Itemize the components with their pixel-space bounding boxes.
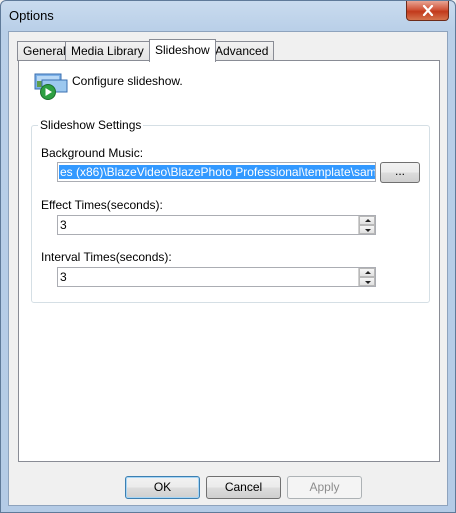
effect-times-label: Effect Times(seconds):	[41, 198, 163, 212]
interval-times-up-button[interactable]	[359, 268, 375, 277]
background-music-label: Background Music:	[41, 146, 144, 160]
cancel-button[interactable]: Cancel	[206, 476, 281, 499]
arrow-down-icon	[365, 281, 371, 284]
tab-slideshow[interactable]: Slideshow	[149, 39, 216, 62]
close-button[interactable]	[406, 1, 449, 21]
effect-times-spin	[358, 216, 375, 234]
arrow-up-icon	[365, 219, 371, 222]
background-music-path: es (x86)\BlazeVideo\BlazePhoto Professio…	[59, 165, 375, 179]
interval-times-stepper[interactable]: 3	[57, 267, 376, 287]
arrow-up-icon	[365, 271, 371, 274]
slideshow-panel: Configure slideshow. Slideshow Settings …	[18, 60, 440, 462]
browse-button[interactable]: ...	[380, 162, 420, 183]
window-title: Options	[9, 8, 54, 23]
interval-times-label: Interval Times(seconds):	[41, 250, 172, 264]
effect-times-up-button[interactable]	[359, 216, 375, 225]
interval-times-value: 3	[60, 270, 67, 284]
tab-media-library[interactable]: Media Library	[65, 41, 150, 61]
ok-button[interactable]: OK	[125, 476, 200, 499]
effect-times-down-button[interactable]	[359, 225, 375, 234]
apply-button[interactable]: Apply	[287, 476, 362, 499]
title-bar[interactable]: Options	[1, 1, 455, 31]
effect-times-value: 3	[60, 218, 67, 232]
arrow-down-icon	[365, 229, 371, 232]
interval-times-down-button[interactable]	[359, 277, 375, 286]
close-icon	[422, 5, 433, 16]
group-title: Slideshow Settings	[38, 118, 144, 132]
tab-general[interactable]: General	[17, 41, 72, 61]
effect-times-stepper[interactable]: 3	[57, 215, 376, 235]
dialog-client-area: General Media Library Slideshow Advanced…	[8, 31, 448, 506]
options-window: Options General Media Library Slideshow …	[0, 0, 456, 513]
background-music-field[interactable]: es (x86)\BlazeVideo\BlazePhoto Professio…	[57, 162, 376, 182]
interval-times-spin	[358, 268, 375, 286]
tab-advanced[interactable]: Advanced	[209, 41, 275, 61]
header-description: Configure slideshow.	[72, 74, 183, 88]
slideshow-icon	[34, 73, 68, 100]
slideshow-settings-group: Slideshow Settings Background Music: es …	[31, 118, 430, 303]
